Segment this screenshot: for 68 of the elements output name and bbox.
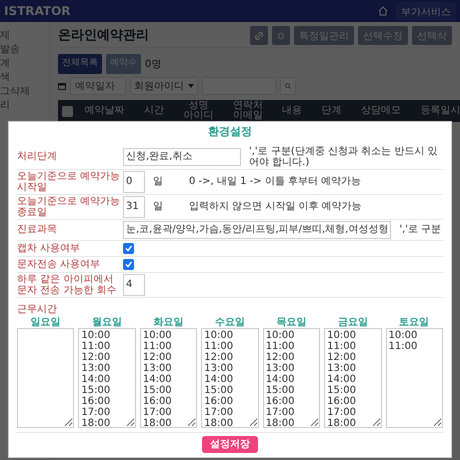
brand-title: ISTRATOR — [4, 3, 71, 20]
text-field[interactable]: 신청,완료,취소 — [123, 148, 241, 166]
day-label: 화요일 — [152, 316, 185, 328]
field-label: 오늘기준으로 예약가능 종료일 — [17, 196, 122, 218]
checkbox[interactable] — [123, 258, 134, 270]
column-header[interactable]: 시간 — [136, 106, 172, 116]
day-label: 일요일 — [30, 316, 62, 328]
field-label: 진료과목 — [17, 224, 58, 235]
caret-icon — [188, 84, 194, 88]
date-field[interactable]: 예약일자 — [70, 77, 126, 95]
column-header[interactable]: 내용 — [274, 106, 310, 116]
unit-label: 일 — [153, 176, 163, 187]
page-title: 온라인예약관리 — [58, 26, 149, 45]
field-label: 근무시간 — [17, 304, 57, 314]
day-label: 목요일 — [275, 316, 308, 328]
day-label: 수요일 — [214, 316, 246, 328]
sidebar-item[interactable]: 발송 — [0, 44, 49, 55]
hint-text: ','로 구분(단계중 신청과 취소는 반드시 있어야 합니다.) — [249, 146, 438, 168]
number-field[interactable]: 4 — [123, 274, 145, 296]
time-list-field[interactable]: 10:00 11:00 12:00 13:00 14:00 15:00 16:00 17:00 18:00 — [78, 328, 136, 428]
hint-text: 입력하지 않으면 시작일 이후 예약가능 — [189, 201, 362, 212]
sidebar-item[interactable]: 색 — [0, 72, 49, 83]
field-label: 캡차 사용여부 — [17, 242, 82, 254]
time-list-field[interactable] — [17, 328, 74, 428]
column-header[interactable]: 단계 — [314, 106, 350, 116]
field-select[interactable]: 회원아이디 — [130, 77, 198, 95]
field-label: 처리단계 — [17, 151, 58, 162]
time-list-field[interactable]: 10:00 11:00 12:00 13:00 14:00 15:00 16:00 17:00 18:00 — [140, 328, 198, 428]
count-label: 0명 — [145, 58, 162, 72]
checkbox[interactable] — [123, 242, 134, 254]
column-header[interactable]: 예약날짜 — [77, 106, 132, 116]
search-button[interactable] — [280, 77, 296, 95]
column-header[interactable]: 상담메모 — [353, 106, 409, 116]
hint-text: ','로 구분 — [399, 224, 442, 235]
hint-text: 0 ->, 내일 1 -> 이틀 후부터 예약가능 — [189, 176, 362, 187]
time-list-field[interactable]: 10:00 11:00 12:00 13:00 14:00 15:00 16:00 17:00 18:00 — [324, 328, 382, 428]
settings-icon — [277, 32, 285, 40]
link-icon — [255, 32, 263, 40]
home-icon[interactable] — [378, 6, 388, 16]
settings-button[interactable] — [272, 26, 290, 45]
unit-label: 일 — [153, 201, 163, 212]
day-label: 월요일 — [91, 316, 124, 328]
link-button[interactable] — [250, 26, 268, 45]
service-button[interactable]: 부가서비스 — [396, 2, 456, 20]
column-header[interactable]: 연락처 이메일 — [225, 101, 270, 121]
text-field[interactable]: 눈,코,윤곽/양악,가슴,동안/리프팅,피부/쁘띠,체형,여성성형 — [123, 220, 392, 238]
day-label: 토요일 — [398, 316, 430, 328]
number-field[interactable]: 0 — [123, 170, 145, 192]
sidebar-item[interactable]: 제 — [0, 30, 49, 41]
field-label: 오늘기준으로 예약가능 시작일 — [17, 170, 122, 192]
time-list-field[interactable]: 10:00 11:00 12:00 13:00 14:00 15:00 16:00 17:00 18:00 — [262, 328, 320, 428]
checkbox[interactable] — [62, 106, 73, 116]
tab[interactable]: 전체목록 — [58, 54, 102, 74]
sidebar-item[interactable]: 리 — [0, 100, 49, 111]
sidebar-item[interactable]: 그삭제 — [0, 86, 49, 97]
calendar-icon — [58, 82, 66, 90]
field-label: 하루 같은 아이피에서 문자 전송 가능한 회수 — [17, 274, 118, 296]
column-header[interactable]: 성명 아이디 — [176, 101, 222, 121]
day-label: 금요일 — [336, 316, 369, 328]
time-list-field[interactable]: 10:00 11:00 12:00 13:00 14:00 15:00 16:00 17:00 18:00 — [201, 328, 259, 428]
time-list-field[interactable]: 10:00 11:00 — [386, 328, 443, 428]
number-field[interactable]: 31 — [123, 196, 145, 218]
save-button[interactable]: 설정저장 — [202, 436, 258, 452]
column-header[interactable]: 등록일시 — [412, 106, 460, 116]
sidebar-item[interactable]: 계 — [0, 58, 49, 69]
field-label: 문자전송 사용여부 — [17, 258, 102, 270]
dialog-title: 환경설정 — [208, 125, 252, 138]
search-icon — [285, 82, 291, 90]
